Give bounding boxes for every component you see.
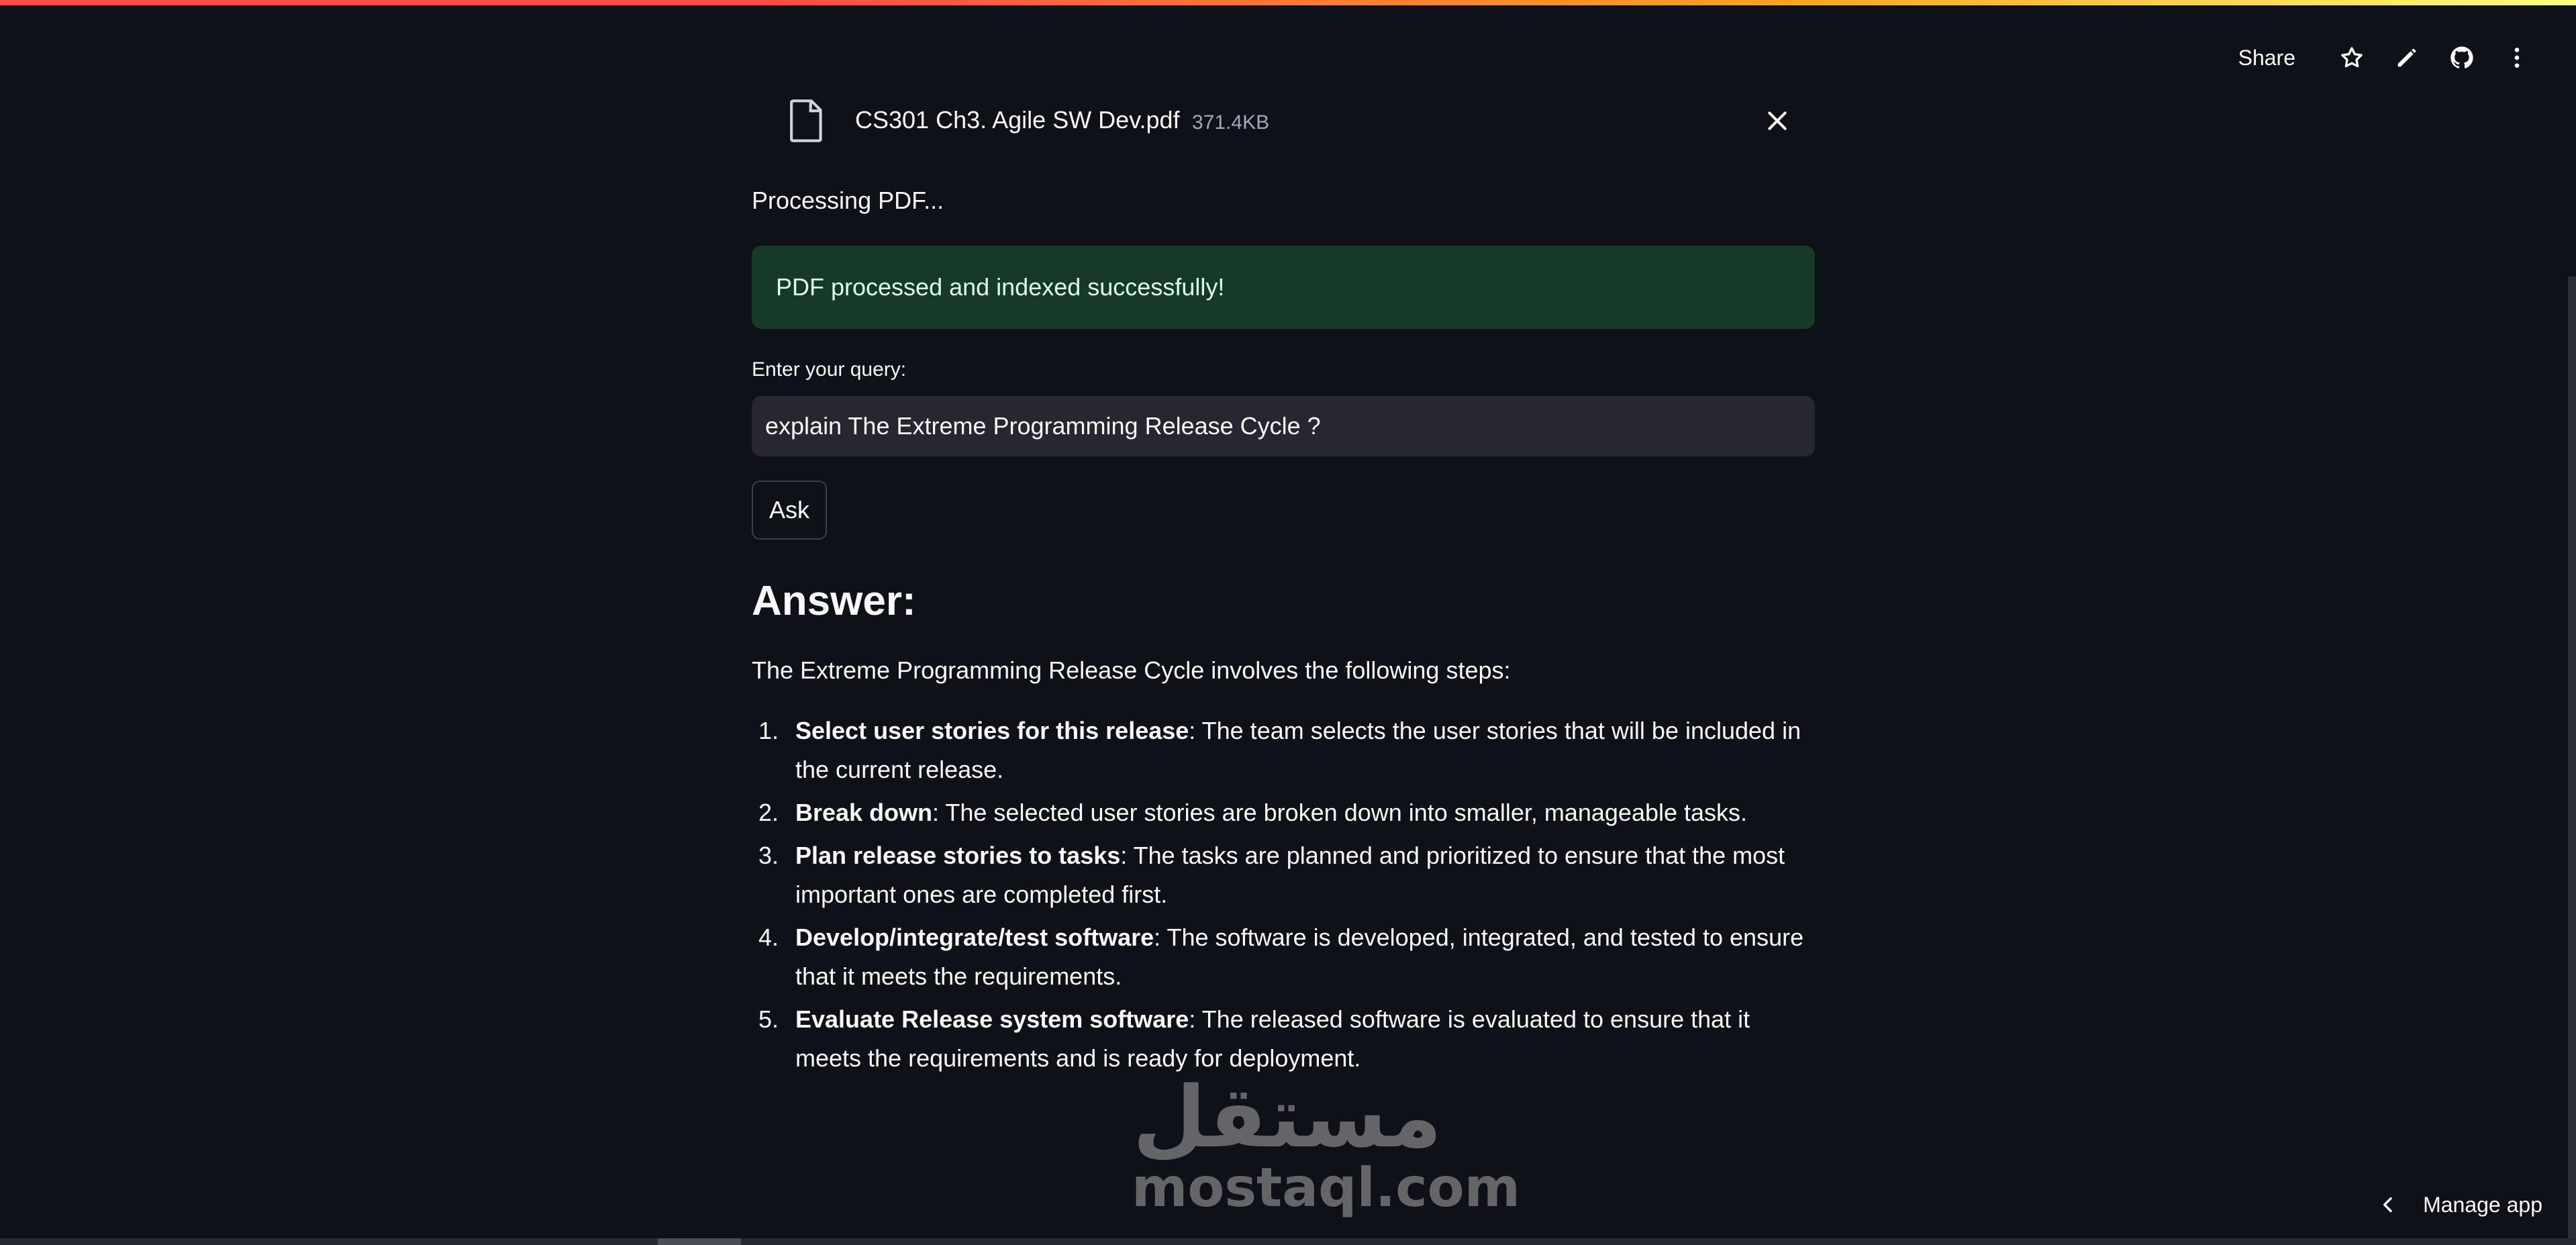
- horizontal-scrollbar[interactable]: [0, 1238, 2576, 1245]
- ask-button[interactable]: Ask: [752, 481, 827, 540]
- file-icon: [790, 99, 822, 142]
- watermark-logo: مستقل mostaql.com: [1132, 1068, 1520, 1222]
- watermark-arabic: مستقل: [1132, 1068, 1442, 1166]
- github-icon[interactable]: [2443, 39, 2481, 77]
- answer-heading: Answer:: [752, 578, 916, 624]
- answer-intro: The Extreme Programming Release Cycle in…: [752, 656, 1511, 684]
- list-item: 2. Break down: The selected user stories …: [752, 793, 1815, 832]
- star-icon[interactable]: [2333, 39, 2371, 77]
- success-message: PDF processed and indexed successfully!: [776, 273, 1225, 301]
- app-toolbar: Share: [2238, 36, 2536, 79]
- query-label: Enter your query:: [752, 358, 907, 381]
- list-item: 4. Develop/integrate/test software: The s…: [752, 918, 1815, 996]
- vertical-scrollbar[interactable]: [2568, 277, 2576, 1239]
- query-input[interactable]: [752, 396, 1815, 456]
- step-title: Plan release stories to tasks: [795, 842, 1121, 869]
- step-number: 3.: [758, 842, 779, 869]
- list-item: 1. Select user stories for this release: …: [752, 711, 1815, 789]
- step-number: 5.: [758, 1005, 779, 1033]
- watermark-latin: mostaql.com: [1132, 1156, 1520, 1219]
- manage-app-button[interactable]: Manage app: [2377, 1185, 2542, 1225]
- top-decoration-stripe: [0, 0, 2576, 5]
- success-alert: PDF processed and indexed successfully!: [752, 246, 1815, 329]
- step-title: Develop/integrate/test software: [795, 924, 1154, 951]
- manage-app-label: Manage app: [2423, 1192, 2542, 1217]
- step-title: Break down: [795, 799, 933, 826]
- close-icon[interactable]: [1764, 107, 1791, 134]
- processing-status: Processing PDF...: [752, 187, 944, 214]
- pencil-icon[interactable]: [2388, 39, 2426, 77]
- step-title: Select user stories for this release: [795, 717, 1189, 744]
- chevron-left-icon: [2383, 1197, 2392, 1213]
- list-item: 5. Evaluate Release system software: The …: [752, 1000, 1815, 1078]
- file-name: CS301 Ch3. Agile SW Dev.pdf: [855, 106, 1180, 134]
- file-size: 371.4KB: [1192, 111, 1270, 134]
- share-button[interactable]: Share: [2238, 46, 2295, 70]
- scrollbar-thumb[interactable]: [658, 1238, 741, 1245]
- step-number: 2.: [758, 799, 779, 826]
- uploaded-file-row: CS301 Ch3. Agile SW Dev.pdf 371.4KB: [752, 94, 1815, 148]
- step-title: Evaluate Release system software: [795, 1005, 1189, 1033]
- more-vert-icon[interactable]: [2498, 39, 2536, 77]
- answer-steps-list: 1. Select user stories for this release : …: [752, 711, 1815, 1082]
- step-number: 1.: [758, 717, 779, 744]
- list-item: 3. Plan release stories to tasks: The tas…: [752, 836, 1815, 914]
- step-text: : The selected user stories are broken d…: [932, 799, 1748, 826]
- step-number: 4.: [758, 924, 779, 951]
